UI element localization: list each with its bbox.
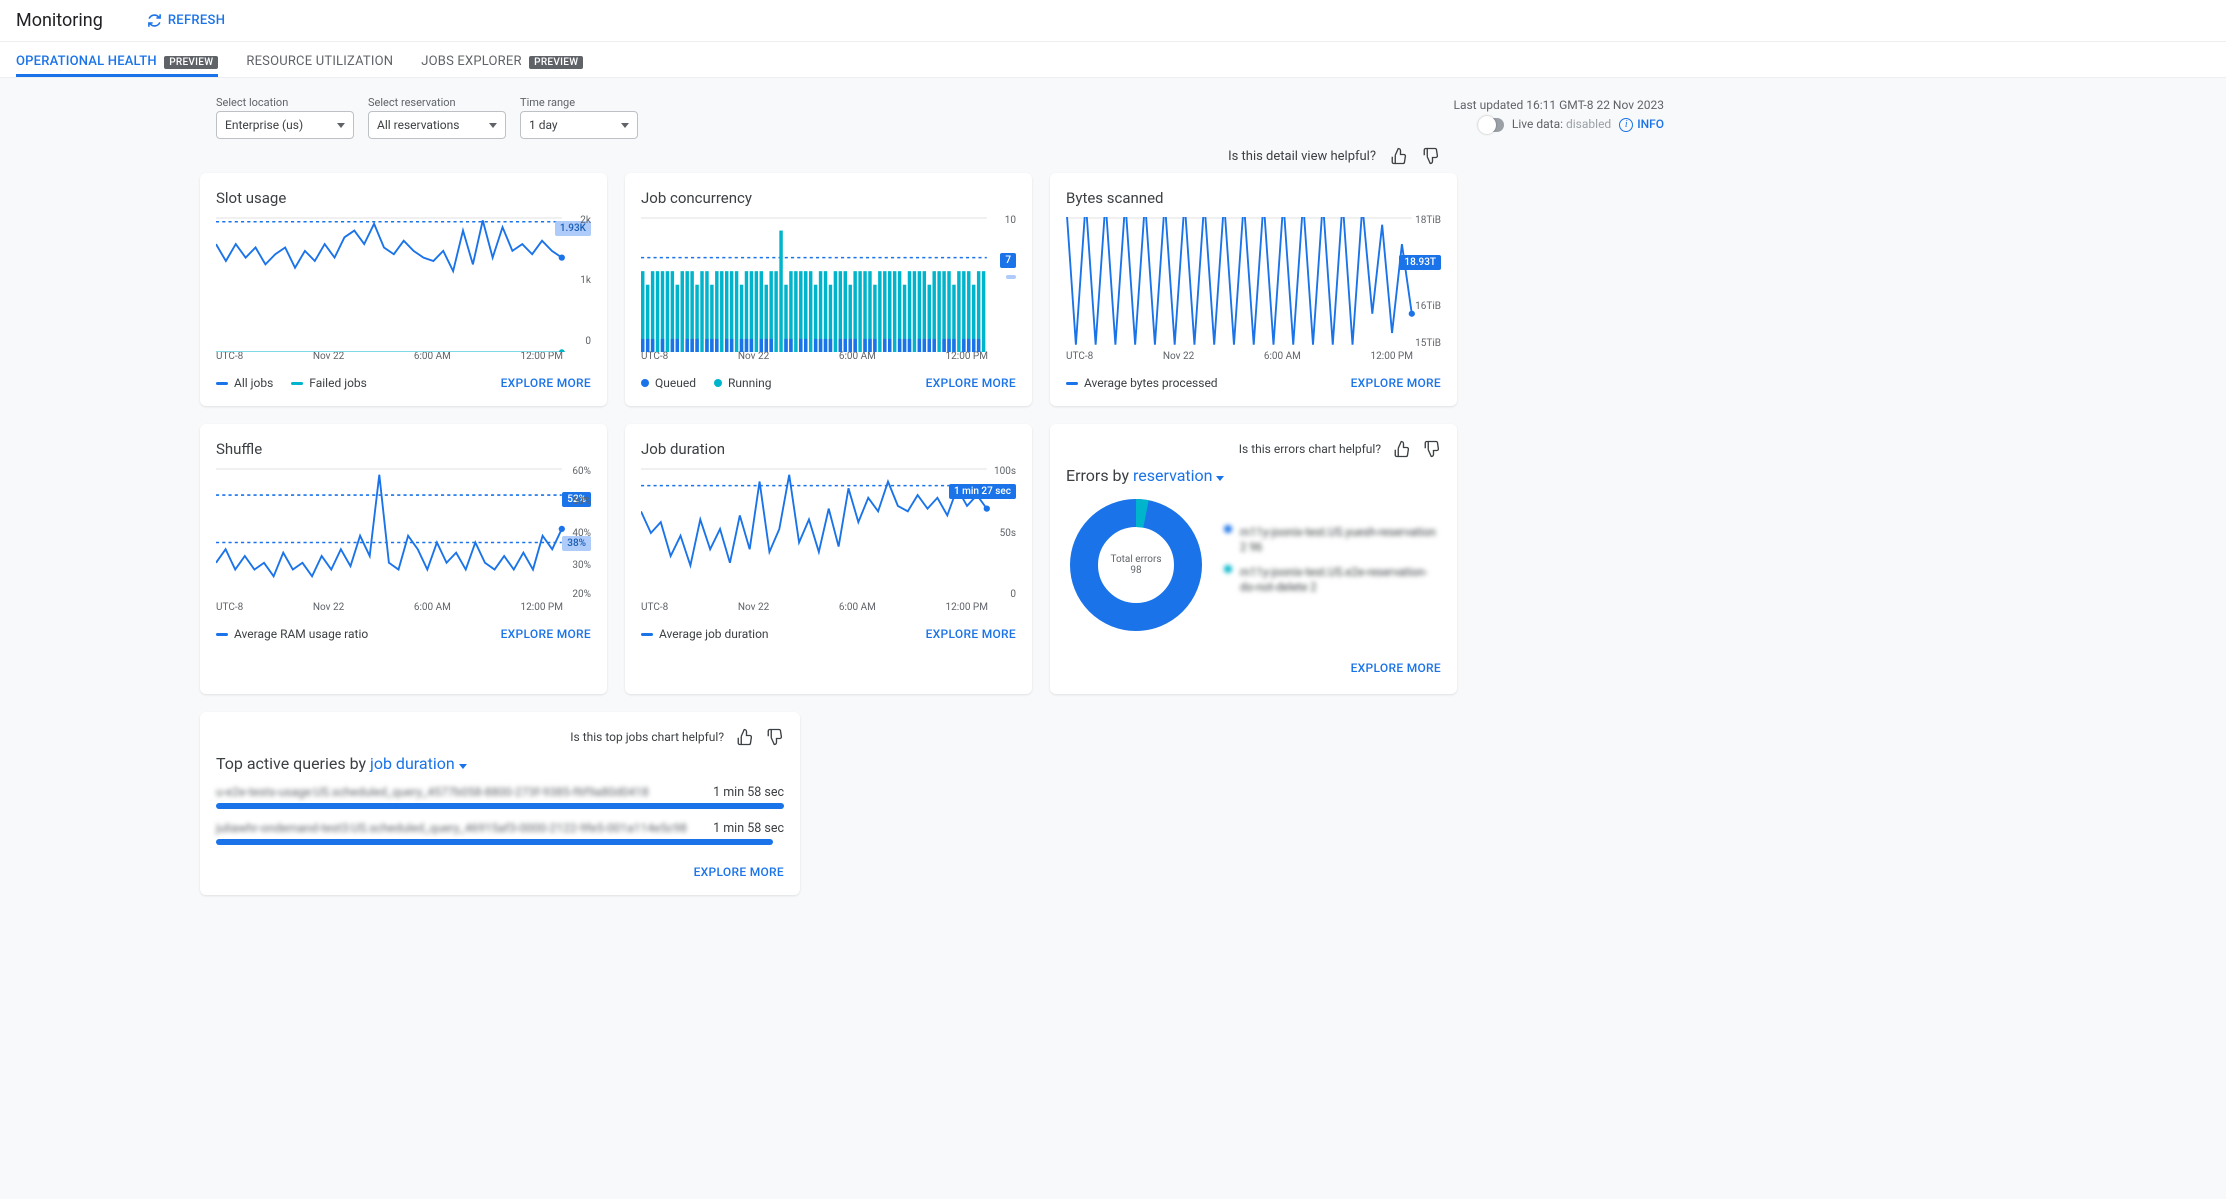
explore-slot-usage[interactable]: EXPLORE MORE [501,376,591,390]
refresh-icon [147,13,162,28]
topquery-row[interactable]: 1 min 58 sec u-e2e-tests-usage:US.schedu… [216,785,784,809]
chevron-down-icon [621,123,629,128]
errors-donut-chart: Total errors 98 [1066,495,1206,635]
errors-dimension-select[interactable]: reservation [1133,466,1224,485]
refresh-button[interactable]: REFRESH [147,13,225,28]
card-top-queries: Is this top jobs chart helpful? Top acti… [200,712,800,895]
thumbs-down-icon[interactable] [766,728,784,746]
topqueries-dimension-select[interactable]: job duration [370,754,467,773]
card-job-concurrency: Job concurrency 10 7 UTC-8Nov 226:00 AM1… [625,173,1032,406]
preview-badge: PREVIEW [164,56,218,69]
live-data-toggle[interactable] [1478,118,1504,132]
chevron-down-icon [489,123,497,128]
thumbs-up-icon[interactable] [736,728,754,746]
errors-legend-item: m11y-joonix-test.US.yuesh-reservation 2 … [1224,525,1441,555]
explore-shuffle[interactable]: EXPLORE MORE [501,627,591,641]
reservation-label: Select reservation [368,96,506,109]
explore-errors[interactable]: EXPLORE MORE [1351,661,1441,675]
thumbs-down-icon[interactable] [1422,147,1440,165]
preview-badge: PREVIEW [529,56,583,69]
tab-operational-health[interactable]: OPERATIONAL HEALTH PREVIEW [16,54,218,77]
explore-top-queries[interactable]: EXPLORE MORE [694,865,784,879]
tab-resource-utilization[interactable]: RESOURCE UTILIZATION [246,54,393,77]
card-job-duration: Job duration 100s 1 min 27 sec 50s 0 UTC… [625,424,1032,694]
thumbs-up-icon[interactable] [1390,147,1408,165]
explore-job-concurrency[interactable]: EXPLORE MORE [926,376,1016,390]
timerange-label: Time range [520,96,638,109]
thumbs-down-icon[interactable] [1423,440,1441,458]
explore-job-duration[interactable]: EXPLORE MORE [926,627,1016,641]
card-shuffle: Shuffle 60% 52% 50% 40% 38% 30% 20% UTC-… [200,424,607,694]
chevron-down-icon [337,123,345,128]
slot-usage-chart: 1.93K 2k 1k 0 [216,217,591,347]
card-slot-usage: Slot usage 1.93K 2k 1k 0 UTC-8Nov 226:00… [200,173,607,406]
topquery-row[interactable]: 1 min 58 sec juliawhr-ondemand-test3:US.… [216,821,784,845]
info-icon: i [1619,118,1633,132]
page-title: Monitoring [16,10,103,31]
info-button[interactable]: i INFO [1619,115,1664,134]
tab-jobs-explorer[interactable]: JOBS EXPLORER PREVIEW [421,54,583,77]
card-errors: Is this errors chart helpful? Errors by … [1050,424,1457,694]
job-duration-chart: 100s 1 min 27 sec 50s 0 [641,468,1016,598]
helpful-detail-text: Is this detail view helpful? [1228,149,1376,164]
shuffle-chart: 60% 52% 50% 40% 38% 30% 20% [216,468,591,598]
errors-legend-item: m11y-joonix-test.US.e2e-reservation-do-n… [1224,565,1441,595]
helpful-topjobs-text: Is this top jobs chart helpful? [570,730,724,744]
card-bytes-scanned: Bytes scanned 18TiB 18.93T 16TiB 15TiB U… [1050,173,1457,406]
thumbs-up-icon[interactable] [1393,440,1411,458]
timerange-select[interactable]: 1 day [520,111,638,139]
location-select[interactable]: Enterprise (us) [216,111,354,139]
job-concurrency-chart: 10 7 [641,217,1016,347]
explore-bytes-scanned[interactable]: EXPLORE MORE [1351,376,1441,390]
location-label: Select location [216,96,354,109]
reservation-select[interactable]: All reservations [368,111,506,139]
helpful-errors-text: Is this errors chart helpful? [1239,442,1381,456]
bytes-scanned-chart: 18TiB 18.93T 16TiB 15TiB [1066,217,1441,347]
last-updated-text: Last updated 16:11 GMT-8 22 Nov 2023 [1454,96,1665,115]
